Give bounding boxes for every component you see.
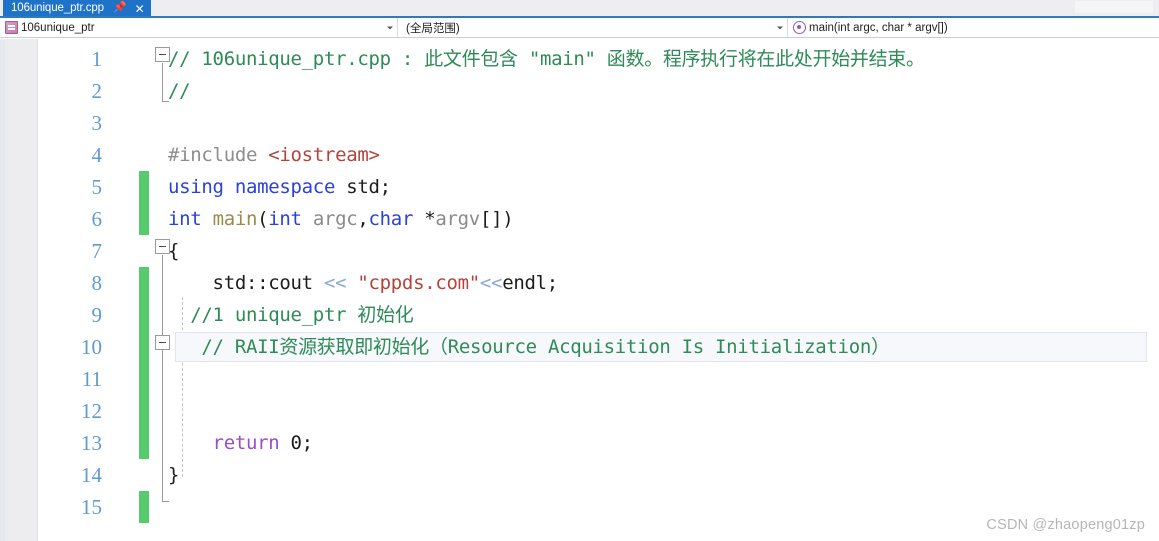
change-indicator-bar [139,299,149,331]
code-line-6[interactable]: 6 int main(int argc,char *argv[]) [0,203,1159,235]
change-indicator-bar [139,171,149,203]
code-text[interactable]: using namespace std; [168,171,391,203]
tab-title: 106unique_ptr.cpp [11,2,104,14]
chevron-down-icon[interactable] [387,26,393,29]
tab-106unique-ptr-cpp[interactable]: 106unique_ptr.cpp 📌 ✕ [3,0,151,17]
code-text[interactable]: return 0; [168,427,314,459]
cpp-file-icon [5,21,18,34]
code-text[interactable]: // 106unique_ptr.cpp : 此文件包含 "main" 函数。程… [168,43,925,75]
code-token: <iostream> [268,144,380,166]
code-token: using namespace [168,176,347,198]
close-icon[interactable]: ✕ [135,3,145,15]
code-text[interactable]: //1 unique_ptr 初始化 [168,299,414,331]
code-text[interactable]: int main(int argc,char *argv[]) [168,203,514,235]
line-number: 13 [81,431,102,455]
line-number: 7 [91,239,103,263]
line-number: 10 [81,335,102,359]
code-text[interactable]: // RAII资源获取即初始化（Resource Acquisition Is … [168,331,890,363]
line-number: 4 [91,143,103,167]
code-token: , [357,208,369,230]
code-line-15[interactable]: 15 [0,491,1159,523]
code-token: argv [435,208,480,230]
code-token: std; [346,176,391,198]
code-token: argc [312,208,358,230]
code-lines-container[interactable]: 1 // 106unique_ptr.cpp : 此文件包含 "main" 函数。… [0,39,1159,541]
navbar-scope-label: (全局范围) [406,22,460,35]
code-token: #include [168,144,269,166]
watermark-text: CSDN @zhaopeng01zp [986,517,1145,533]
code-token: << [323,272,358,294]
code-line-12[interactable]: 12 [0,395,1159,427]
code-token: // 106unique_ptr.cpp : 此文件包含 "main" 函数。程… [168,48,925,70]
line-number: 15 [81,495,102,519]
code-token: endl; [502,272,558,294]
line-number: 11 [81,367,102,391]
line-number: 5 [91,175,103,199]
navbar-function-label: main(int argc, char * argv[]) [809,21,948,34]
code-token: "cppds.com" [357,272,480,294]
code-line-5[interactable]: 5 using namespace std; [0,171,1159,203]
code-text[interactable]: } [168,459,179,491]
code-token: << [479,272,503,294]
code-token: ( [257,208,269,230]
tab-strip-overflow-area [1069,0,1159,17]
code-token: char [368,208,425,230]
change-indicator-bar [139,331,149,363]
code-token: } [168,464,180,486]
code-text[interactable]: std::cout << "cppds.com"<<endl; [168,267,559,299]
code-token: 0; [290,432,314,454]
document-tab-strip: 106unique_ptr.cpp 📌 ✕ [0,0,1159,18]
navbar-project-label: 106unique_ptr [21,21,95,34]
code-editor-surface[interactable]: 1 // 106unique_ptr.cpp : 此文件包含 "main" 函数。… [0,39,1159,541]
visual-studio-editor-window: 106unique_ptr.cpp 📌 ✕ 106unique_ptr (全局范… [0,0,1159,541]
code-token: int [268,208,313,230]
line-number: 1 [91,47,103,71]
code-line-3[interactable]: 3 [0,107,1159,139]
code-token: * [424,208,436,230]
code-token: std::cout [168,272,324,294]
line-number: 12 [81,399,102,423]
pin-icon[interactable]: 📌 [113,0,127,17]
line-number: 3 [91,111,103,135]
change-indicator-bar [139,363,149,395]
change-indicator-bar [139,267,149,299]
navbar-function-dropdown[interactable]: main(int argc, char * argv[]) [788,18,1159,37]
change-indicator-bar [139,491,149,523]
code-line-14[interactable]: 14} [0,459,1159,491]
line-number: 6 [91,207,103,231]
code-line-11[interactable]: 11 [0,363,1159,395]
code-line-13[interactable]: 13 return 0; [0,427,1159,459]
code-token: int [168,208,213,230]
tab-strip-ghost-control [1075,1,1153,13]
change-indicator-bar [139,427,149,459]
code-text[interactable]: #include <iostream> [168,139,380,171]
code-line-8[interactable]: 8 std::cout << "cppds.com"<<endl; [0,267,1159,299]
code-token: main [212,208,258,230]
change-indicator-bar [139,203,149,235]
line-number: 8 [91,271,103,295]
code-token: return [168,432,291,454]
code-line-9[interactable]: 9 //1 unique_ptr 初始化 [0,299,1159,331]
line-number: 9 [91,303,103,327]
chevron-down-icon[interactable] [777,26,783,29]
code-token: []) [479,208,514,230]
code-line-10[interactable]: 10 // RAII资源获取即初始化（Resource Acquisition … [0,331,1159,363]
code-token: { [168,240,180,262]
code-line-1[interactable]: 1 // 106unique_ptr.cpp : 此文件包含 "main" 函数。… [0,43,1159,75]
code-text[interactable]: // [168,75,191,107]
line-number: 14 [81,463,102,487]
method-icon [793,21,806,34]
navbar-scope-dropdown[interactable]: (全局范围) [398,18,788,37]
change-indicator-bar [139,395,149,427]
code-line-4[interactable]: 4 #include <iostream> [0,139,1159,171]
code-text[interactable]: { [168,235,179,267]
code-line-7[interactable]: 7{ [0,235,1159,267]
navbar-project-dropdown[interactable]: 106unique_ptr [0,18,398,37]
code-line-2[interactable]: 2 // [0,75,1159,107]
code-token: //1 unique_ptr 初始化 [168,304,414,326]
code-token: // [168,80,191,102]
navigation-bar: 106unique_ptr (全局范围) main(int argc, char… [0,18,1159,38]
code-token: // RAII资源获取即初始化（Resource Acquisition Is … [168,336,890,358]
line-number: 2 [91,79,103,103]
